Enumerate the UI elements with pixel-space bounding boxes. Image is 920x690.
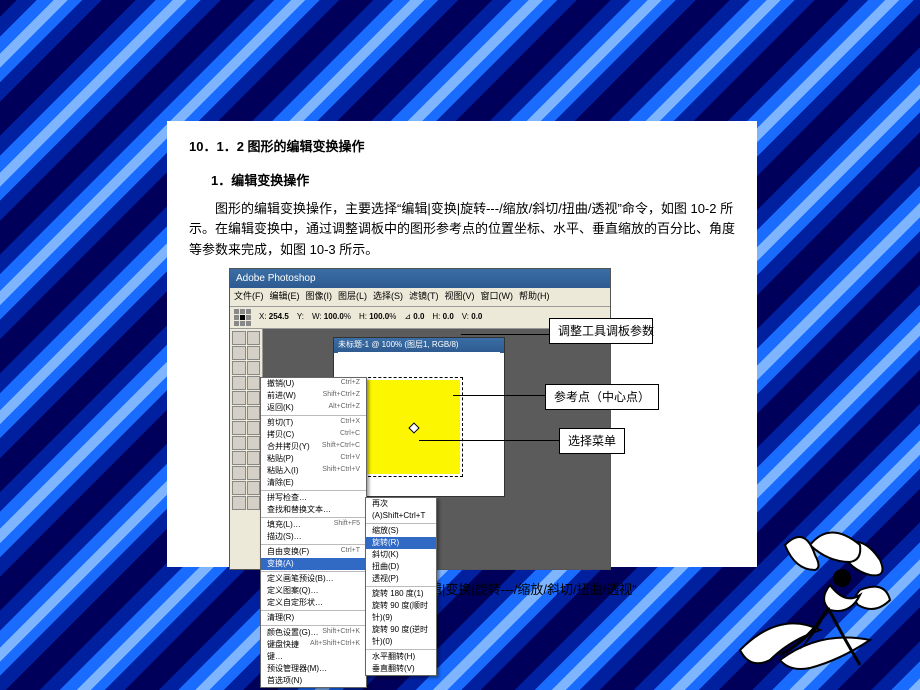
opt-h-skew: H: 0.0 [432, 311, 453, 323]
menubar-item[interactable]: 文件(F) [234, 291, 264, 301]
menu-item[interactable]: 剪切(T)Ctrl+X [261, 417, 366, 429]
leader-line [461, 334, 549, 335]
menubar[interactable]: 文件(F) 编辑(E) 图像(I) 图层(L) 选择(S) 滤镜(T) 视图(V) 窗口(W)… [230, 288, 610, 307]
annotation-box: 调整工具调板参数 [549, 318, 653, 345]
menu-item[interactable]: 自由变换(F)Ctrl+T [261, 546, 366, 558]
menu-item[interactable]: 查找和替换文本… [261, 504, 366, 516]
menu-item[interactable]: 旋转 90 度(顺时针)(9) [366, 600, 436, 624]
menubar-item[interactable]: 滤镜(T) [409, 291, 439, 301]
figure-10-2: Adobe Photoshop 文件(F) 编辑(E) 图像(I) 图层(L) 选择(S… [229, 268, 679, 570]
menu-item[interactable]: 填充(L)…Shift+F5 [261, 519, 366, 531]
leader-line [419, 440, 559, 441]
menu-item[interactable]: 键盘快捷键…Alt+Shift+Ctrl+K [261, 639, 366, 663]
leader-line [453, 395, 545, 396]
menu-item[interactable]: 描边(S)… [261, 531, 366, 543]
menu-item[interactable]: 粘贴入(I)Shift+Ctrl+V [261, 465, 366, 477]
opt-angle: ⊿ 0.0 [404, 311, 424, 323]
menu-item[interactable]: 旋转(R) [366, 537, 436, 549]
menu-item[interactable]: 拷贝(C)Ctrl+C [261, 429, 366, 441]
edit-menu-dropdown[interactable]: 撤销(U)Ctrl+Z前进(W)Shift+Ctrl+Z返回(K)Alt+Ctr… [260, 377, 367, 688]
tools-panel[interactable] [230, 329, 263, 569]
window-titlebar: Adobe Photoshop [230, 269, 610, 289]
annotation-box: 选择菜单 [559, 428, 625, 455]
opt-v-skew: V: 0.0 [462, 311, 483, 323]
menubar-item[interactable]: 选择(S) [373, 291, 403, 301]
menu-item[interactable]: 水平翻转(H) [366, 651, 436, 663]
menubar-item[interactable]: 图像(I) [306, 291, 333, 301]
menu-item[interactable]: 垂直翻转(V) [366, 663, 436, 675]
annotation-box: 参考点（中心点） [545, 384, 659, 411]
section-heading: 10．1．2 图形的编辑变换操作 [189, 137, 735, 157]
menu-item[interactable]: 合并拷贝(Y)Shift+Ctrl+C [261, 441, 366, 453]
menu-item[interactable]: 定义自定形状… [261, 597, 366, 609]
menu-item[interactable]: 粘贴(P)Ctrl+V [261, 453, 366, 465]
transform-bounding-box[interactable] [366, 380, 460, 474]
transform-submenu-dropdown[interactable]: 再次(A)Shift+Ctrl+T 缩放(S)旋转(R)斜切(K)扭曲(D)透视(… [365, 497, 437, 676]
menu-item[interactable]: 缩放(S) [366, 525, 436, 537]
menu-item[interactable]: 前进(W)Shift+Ctrl+Z [261, 390, 366, 402]
menu-item[interactable]: 旋转 180 度(1) [366, 588, 436, 600]
menu-item[interactable]: 透视(P) [366, 573, 436, 585]
menu-item[interactable]: 定义图案(Q)… [261, 585, 366, 597]
menubar-item[interactable]: 图层(L) [338, 291, 367, 301]
opt-w: W: 100.0% [312, 311, 351, 323]
flower-ornament-icon [710, 500, 910, 680]
photoshop-window: Adobe Photoshop 文件(F) 编辑(E) 图像(I) 图层(L) 选择(S… [229, 268, 611, 570]
opt-y: Y: [297, 311, 304, 323]
menubar-item[interactable]: 编辑(E) [270, 291, 300, 301]
menu-item[interactable]: 清理(R) [261, 612, 366, 624]
menubar-item[interactable]: 窗口(W) [481, 291, 514, 301]
menubar-item[interactable]: 视图(V) [445, 291, 475, 301]
document-page: 10．1．2 图形的编辑变换操作 1．编辑变换操作 图形的编辑变换操作，主要选择… [167, 121, 757, 567]
menu-item[interactable]: 清除(E) [261, 477, 366, 489]
menu-item[interactable]: 扭曲(D) [366, 561, 436, 573]
menu-item[interactable]: 颜色设置(G)…Shift+Ctrl+K [261, 627, 366, 639]
menu-item[interactable]: 返回(K)Alt+Ctrl+Z [261, 402, 366, 414]
reference-point-icon[interactable] [234, 309, 251, 326]
menu-item[interactable]: 旋转 90 度(逆时针)(0) [366, 624, 436, 648]
document-titlebar: 未标题-1 @ 100% (图层1, RGB/8) [334, 338, 504, 352]
opt-h: H: 100.0% [359, 311, 396, 323]
menu-item[interactable]: 斜切(K) [366, 549, 436, 561]
opt-x: X: 254.5 [259, 311, 289, 323]
sub-heading: 1．编辑变换操作 [211, 171, 735, 191]
menubar-item[interactable]: 帮助(H) [519, 291, 550, 301]
menu-item[interactable]: 首选项(N) [261, 675, 366, 687]
menu-item[interactable]: 再次(A)Shift+Ctrl+T [366, 498, 436, 522]
body-paragraph: 图形的编辑变换操作，主要选择“编辑|变换|旋转---/缩放/斜切/扭曲/透视”命… [189, 199, 735, 259]
menu-item[interactable]: 拼写检查… [261, 492, 366, 504]
menu-item[interactable]: 预设管理器(M)… [261, 663, 366, 675]
menu-item[interactable]: 定义画笔预设(B)… [261, 573, 366, 585]
menu-item[interactable]: 变换(A) [261, 558, 366, 570]
menu-item[interactable]: 撤销(U)Ctrl+Z [261, 378, 366, 390]
